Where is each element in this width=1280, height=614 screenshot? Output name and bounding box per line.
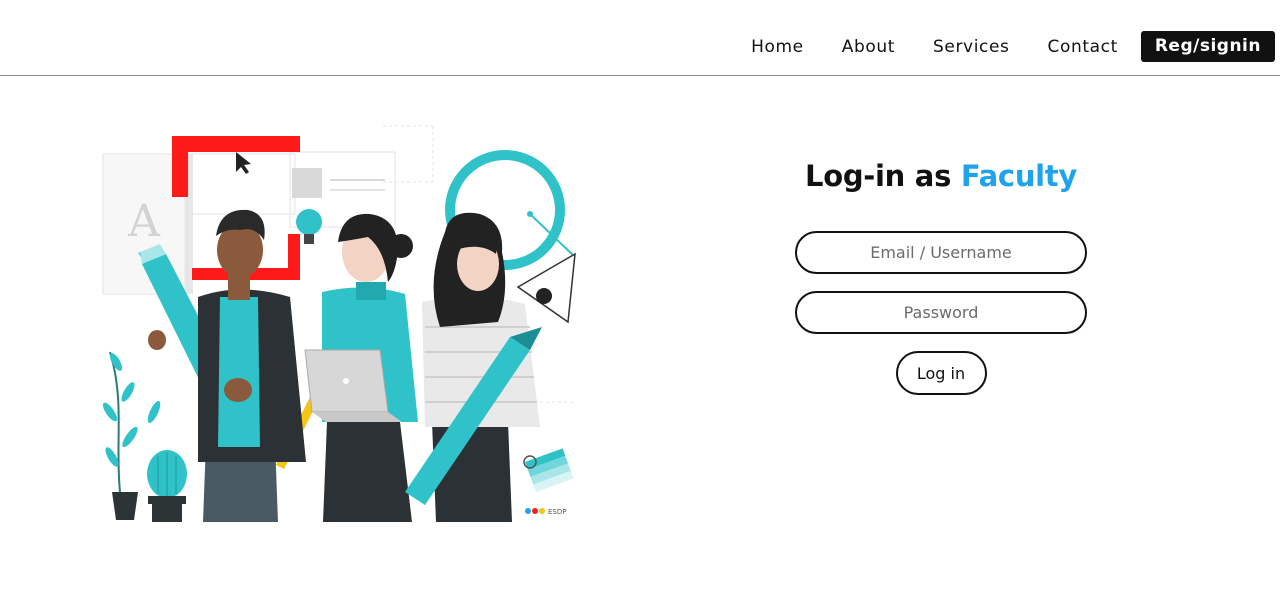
password-input[interactable] (795, 291, 1087, 334)
faculty-team-illustration: A ESDP (100, 122, 580, 524)
nav-links: Home About Services Contact Reg/signin (751, 31, 1275, 62)
nav-link-home[interactable]: Home (751, 34, 804, 60)
navbar: Home About Services Contact Reg/signin (0, 0, 1280, 76)
email-username-input[interactable] (795, 231, 1087, 274)
brand-badge-text: ESDP (548, 508, 566, 516)
nav-link-contact[interactable]: Contact (1048, 34, 1118, 60)
login-title-role: Faculty (960, 159, 1077, 193)
letter-a-glyph: A (127, 196, 161, 247)
login-title-prefix: Log-in as (805, 159, 961, 193)
login-title: Log-in as Faculty (795, 154, 1087, 198)
login-button[interactable]: Log in (895, 351, 987, 395)
nav-link-services[interactable]: Services (933, 34, 1010, 60)
team-illustration-svg: A ESDP (102, 125, 576, 522)
login-panel: Log-in as Faculty Log in (795, 154, 1087, 395)
nav-link-about[interactable]: About (842, 34, 895, 60)
esdp-logo: ESDP (525, 508, 566, 516)
register-signin-button[interactable]: Reg/signin (1140, 31, 1275, 62)
